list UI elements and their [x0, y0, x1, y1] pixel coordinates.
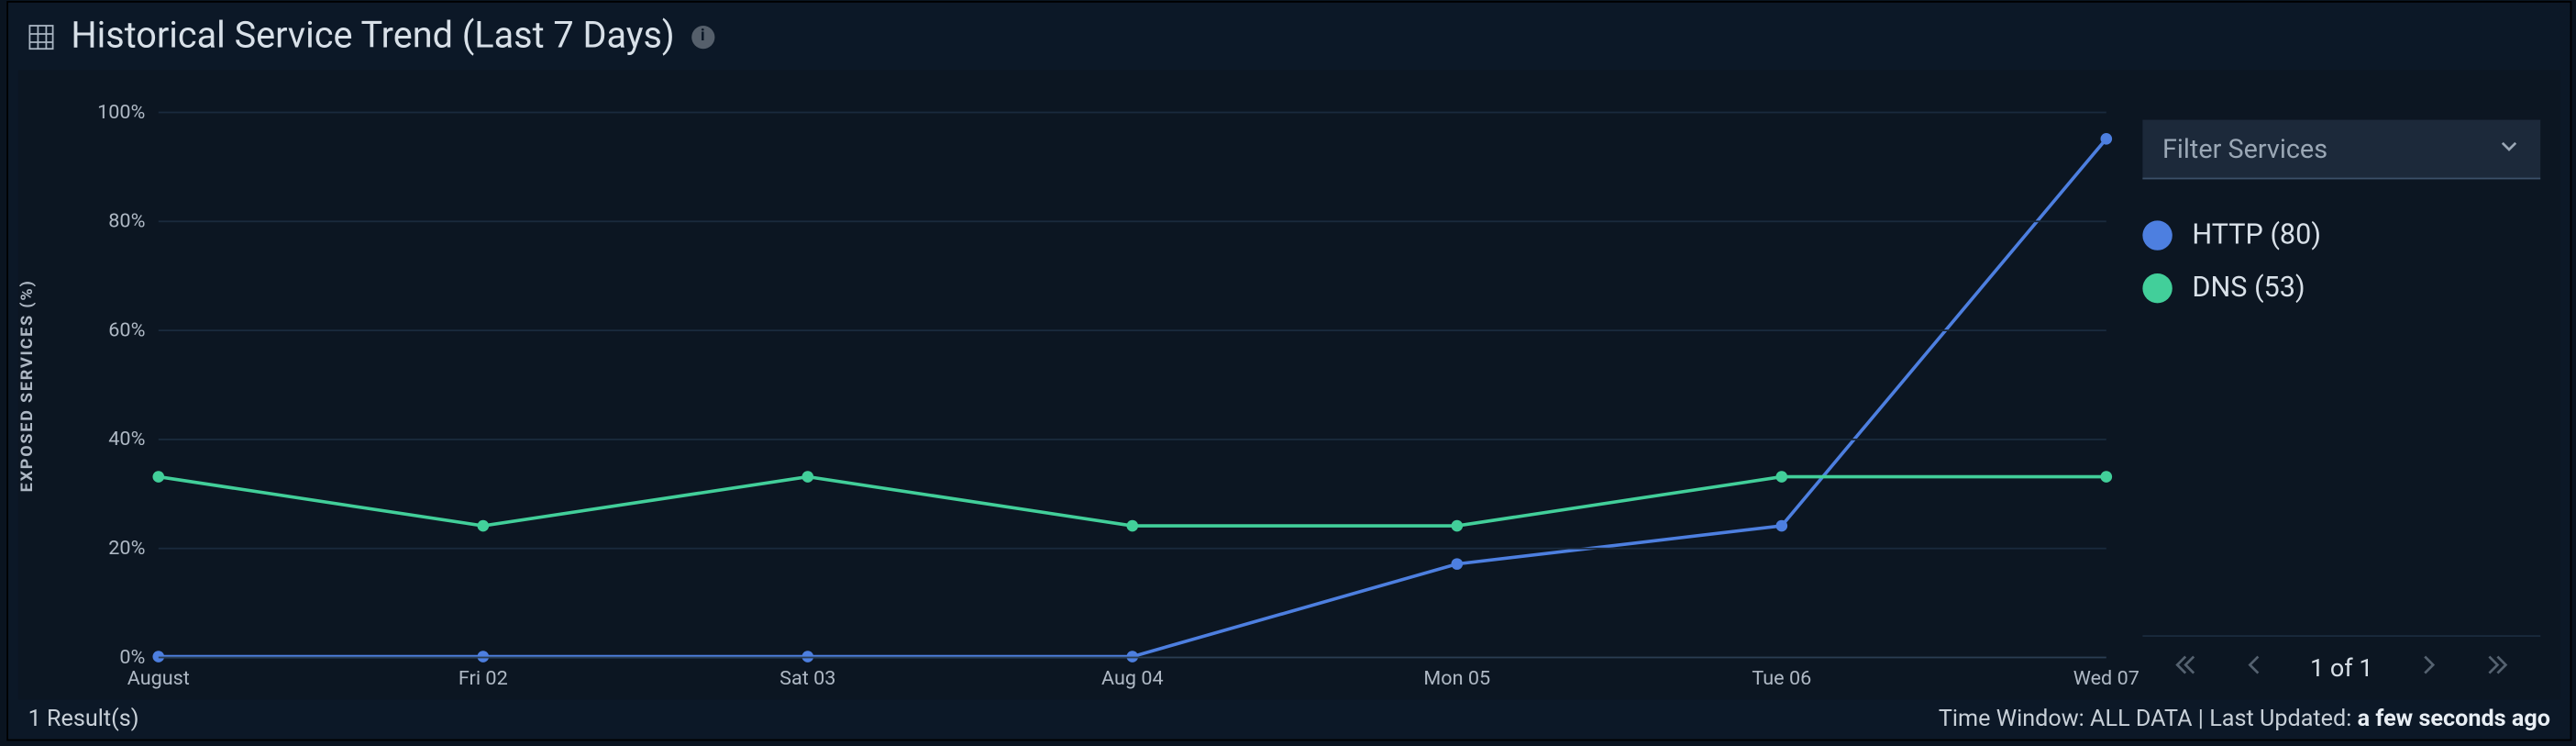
x-tick: Tue 06 — [1752, 666, 1811, 689]
legend-swatch — [2142, 273, 2172, 303]
chevron-down-icon — [2497, 133, 2520, 164]
time-window-label: Time Window: — [1939, 707, 2090, 733]
panel-title: Historical Service Trend (Last 7 Days) — [71, 16, 674, 57]
legend: HTTP (80) DNS (53) — [2142, 209, 2540, 315]
legend-label: DNS (53) — [2192, 272, 2305, 305]
chart-area: EXPOSED SERVICES (%) 0%20%40%60%80%100%A… — [18, 71, 2123, 700]
x-tick: Wed 07 — [2073, 666, 2139, 689]
results-count: 1 Result(s) — [28, 707, 139, 733]
chart-grid-icon — [28, 23, 55, 50]
y-tick: 80% — [108, 209, 145, 232]
x-tick: Sat 03 — [779, 666, 835, 689]
legend-item[interactable]: DNS (53) — [2142, 262, 2540, 315]
line-chart-svg — [159, 112, 2106, 657]
data-point[interactable] — [1775, 520, 1787, 532]
data-point[interactable] — [1452, 520, 1464, 532]
side-panel: Filter Services HTTP (80) DNS (53) 1 of 1 — [2123, 71, 2560, 700]
x-tick: Fri 02 — [459, 666, 508, 689]
filter-label: Filter Services — [2162, 133, 2327, 164]
legend-item[interactable]: HTTP (80) — [2142, 209, 2540, 262]
x-tick: Aug 04 — [1101, 666, 1164, 689]
y-tick: 100% — [97, 100, 145, 123]
panel-header: Historical Service Trend (Last 7 Days) i — [8, 3, 2570, 64]
data-point[interactable] — [802, 471, 814, 483]
data-point[interactable] — [1775, 471, 1787, 483]
y-tick: 0% — [119, 645, 145, 668]
filter-services-dropdown[interactable]: Filter Services — [2142, 120, 2540, 180]
gridline — [159, 657, 2106, 659]
separator: | — [2193, 707, 2210, 733]
gridline — [159, 329, 2106, 331]
plot: 0%20%40%60%80%100%AugustFri 02Sat 03Aug … — [159, 112, 2106, 657]
y-axis-label: EXPOSED SERVICES (%) — [19, 279, 38, 492]
pager-text: 1 of 1 — [2310, 653, 2373, 683]
series-line[interactable] — [159, 139, 2106, 656]
gridline — [159, 220, 2106, 222]
data-point[interactable] — [153, 471, 165, 483]
info-icon[interactable]: i — [691, 25, 714, 48]
data-point[interactable] — [2101, 471, 2113, 483]
time-window-value: ALL DATA — [2090, 707, 2192, 733]
gridline — [159, 112, 2106, 114]
data-point[interactable] — [1452, 558, 1464, 570]
pager-first-button[interactable] — [2174, 653, 2197, 683]
x-tick: Mon 05 — [1423, 666, 1490, 689]
footer: 1 Result(s) Time Window: ALL DATA | Last… — [8, 699, 2570, 739]
legend-label: HTTP (80) — [2192, 219, 2321, 252]
y-tick: 40% — [108, 427, 145, 450]
y-tick: 60% — [108, 318, 145, 341]
series-line[interactable] — [159, 477, 2106, 526]
updated-value: a few seconds ago — [2358, 707, 2550, 733]
data-point[interactable] — [478, 520, 490, 532]
pager: 1 of 1 — [2142, 635, 2540, 683]
panel: Historical Service Trend (Last 7 Days) i… — [6, 1, 2571, 740]
pager-prev-button[interactable] — [2244, 653, 2264, 683]
updated-label: Last Updated: — [2209, 707, 2357, 733]
footer-status: Time Window: ALL DATA | Last Updated: a … — [1939, 707, 2550, 733]
gridline — [159, 548, 2106, 550]
pager-last-button[interactable] — [2485, 653, 2508, 683]
data-point[interactable] — [2101, 133, 2113, 145]
y-tick: 20% — [108, 536, 145, 559]
pager-next-button[interactable] — [2419, 653, 2439, 683]
data-point[interactable] — [1127, 520, 1139, 532]
legend-swatch — [2142, 220, 2172, 250]
x-tick: August — [127, 666, 190, 689]
panel-body: EXPOSED SERVICES (%) 0%20%40%60%80%100%A… — [18, 71, 2560, 700]
gridline — [159, 439, 2106, 440]
